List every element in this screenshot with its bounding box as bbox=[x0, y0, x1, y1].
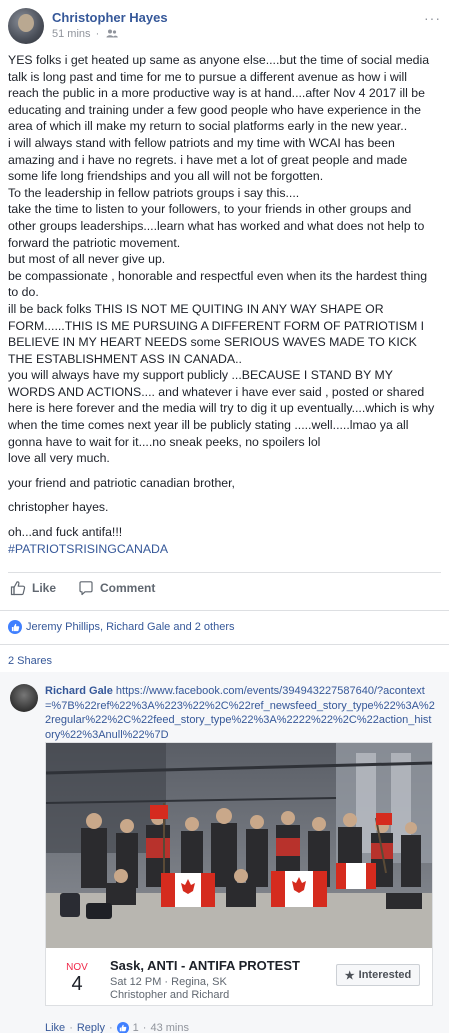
comment-footer: Like · Reply · 1 · 43 mins bbox=[45, 1022, 189, 1033]
post-paragraph: ill be back folks THIS IS NOT ME QUITING… bbox=[8, 301, 425, 366]
post-paragraph: To the leadership in fellow patriots gro… bbox=[8, 185, 300, 200]
reactions-summary[interactable]: Jeremy Phillips, Richard Gale and 2 othe… bbox=[8, 620, 234, 634]
meta-separator: · bbox=[95, 28, 100, 40]
comment-timestamp[interactable]: 43 mins bbox=[150, 1022, 189, 1033]
facebook-post: Christopher Hayes 51 mins · ··· YES folk… bbox=[0, 0, 449, 1033]
comment-reply-link[interactable]: Reply bbox=[77, 1022, 105, 1033]
post-paragraph: YES folks i get heated up same as anyone… bbox=[8, 53, 430, 134]
like-reaction-icon bbox=[8, 620, 22, 634]
post-paragraph: you will always have my support publicly… bbox=[8, 368, 435, 449]
footer-separator: · bbox=[69, 1022, 73, 1033]
post-paragraph: take the time to listen to your follower… bbox=[8, 202, 425, 250]
friends-audience-icon[interactable] bbox=[106, 29, 119, 38]
event-details: Sat 12 PM · Regina, SK Christopher and R… bbox=[110, 976, 229, 1002]
comment-text: Richard Gale https://www.facebook.com/ev… bbox=[45, 684, 437, 742]
canada-flag-right bbox=[271, 871, 327, 907]
event-info: NOV 4 Sask, ANTI - ANTIFA PROTEST Sat 12… bbox=[46, 948, 432, 1005]
more-options-icon[interactable]: ··· bbox=[424, 10, 441, 26]
event-date: NOV 4 bbox=[60, 962, 94, 995]
post-body: YES folks i get heated up same as anyone… bbox=[8, 52, 438, 557]
post-paragraph: be compassionate , honorable and respect… bbox=[8, 268, 428, 300]
reactions-text: Jeremy Phillips, Richard Gale and 2 othe… bbox=[26, 621, 235, 633]
footer-separator: · bbox=[142, 1022, 147, 1033]
divider bbox=[0, 610, 449, 611]
divider bbox=[8, 572, 441, 573]
comment-like-icon bbox=[116, 1022, 129, 1033]
comment-section: Richard Gale https://www.facebook.com/ev… bbox=[0, 672, 449, 1033]
thumbs-up-icon bbox=[10, 581, 26, 596]
comment-label: Comment bbox=[100, 581, 156, 595]
shares-count[interactable]: 2 Shares bbox=[8, 655, 52, 667]
event-when-where: Sat 12 PM · Regina, SK bbox=[110, 976, 227, 988]
interested-label: Interested bbox=[358, 969, 412, 981]
event-day: 4 bbox=[71, 973, 83, 995]
like-label: Like bbox=[32, 581, 57, 595]
signoff-line: oh...and fuck antifa!!! bbox=[8, 525, 123, 540]
signoff-line: christopher hayes. bbox=[8, 500, 109, 515]
comment-bubble-icon bbox=[79, 581, 93, 596]
divider bbox=[0, 644, 449, 645]
event-title[interactable]: Sask, ANTI - ANTIFA PROTEST bbox=[110, 958, 300, 973]
post-paragraph: love all very much. bbox=[8, 451, 110, 466]
canada-flag-left bbox=[161, 873, 215, 907]
post-paragraph: i will always stand with fellow patriots… bbox=[8, 135, 408, 184]
comment-like-link[interactable]: Like bbox=[45, 1022, 65, 1033]
event-card[interactable]: NOV 4 Sask, ANTI - ANTIFA PROTEST Sat 12… bbox=[45, 742, 433, 1006]
star-icon: ★ bbox=[344, 969, 355, 982]
event-photo[interactable] bbox=[46, 743, 432, 948]
comment-button[interactable]: Comment bbox=[78, 580, 155, 596]
group-photo-image bbox=[46, 743, 432, 948]
post-actions: Like Comment bbox=[8, 580, 441, 602]
post-timestamp[interactable]: 51 mins bbox=[52, 28, 91, 40]
event-month: NOV bbox=[66, 962, 88, 973]
commenter-name[interactable]: Richard Gale bbox=[45, 685, 113, 697]
author-avatar[interactable] bbox=[8, 8, 44, 44]
signoff-line: your friend and patriotic canadian broth… bbox=[8, 475, 235, 490]
event-guests: Christopher and Richard bbox=[110, 989, 230, 1001]
footer-separator: · bbox=[108, 1022, 113, 1033]
post-paragraph: but most of all never give up. bbox=[8, 252, 166, 267]
commenter-avatar[interactable] bbox=[10, 684, 38, 712]
hashtag-link[interactable]: #PATRIOTSRISINGCANADA bbox=[8, 541, 438, 558]
interested-button[interactable]: ★ Interested bbox=[336, 964, 420, 986]
author-name[interactable]: Christopher Hayes bbox=[52, 10, 168, 25]
comment-like-count[interactable]: 1 bbox=[133, 1022, 139, 1033]
post-header: Christopher Hayes 51 mins · ··· bbox=[8, 6, 441, 46]
like-button[interactable]: Like bbox=[10, 580, 56, 596]
post-meta: 51 mins · bbox=[52, 28, 119, 40]
